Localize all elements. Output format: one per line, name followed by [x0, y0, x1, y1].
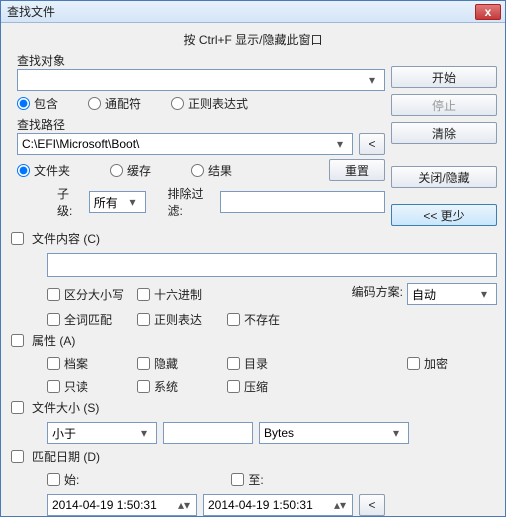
- date-to-field[interactable]: 2014-04-19 1:50:31 ▴▾: [203, 494, 353, 516]
- date-picker-button[interactable]: <: [359, 494, 385, 516]
- search-target-combo[interactable]: ▾: [17, 69, 385, 91]
- search-path-value: C:\EFI\Microsoft\Boot\: [22, 137, 332, 151]
- encoding-combo[interactable]: 自动 ▾: [407, 283, 497, 305]
- chevron-down-icon: ▾: [332, 137, 348, 151]
- browse-path-button[interactable]: <: [359, 133, 385, 155]
- exclude-label: 排除过滤:: [168, 185, 213, 219]
- attr-encrypted-checkbox[interactable]: 加密: [407, 355, 497, 372]
- search-target-label: 查找对象: [9, 52, 385, 69]
- attrs-section-title: 属性 (A): [32, 332, 75, 349]
- date-from-field[interactable]: 2014-04-19 1:50:31 ▴▾: [47, 494, 197, 516]
- attr-readonly-checkbox[interactable]: 只读: [47, 378, 137, 395]
- attr-hidden-checkbox[interactable]: 隐藏: [137, 355, 227, 372]
- close-icon: x: [485, 6, 492, 18]
- less-options-button[interactable]: << 更少: [391, 204, 497, 226]
- scope-folder-radio[interactable]: 文件夹: [17, 162, 70, 179]
- shortcut-hint: 按 Ctrl+F 显示/隐藏此窗口: [9, 29, 497, 52]
- exclude-filter-input[interactable]: [220, 191, 385, 213]
- search-path-combo[interactable]: C:\EFI\Microsoft\Boot\ ▾: [17, 133, 353, 155]
- mode-contains-radio[interactable]: 包含: [17, 95, 58, 112]
- chevron-down-icon: ▾: [388, 426, 404, 440]
- close-hide-button[interactable]: 关闭/隐藏: [391, 166, 497, 188]
- chevron-down-icon: ▾: [125, 195, 141, 209]
- spinner-icon: ▴▾: [176, 498, 192, 512]
- scope-cache-radio[interactable]: 缓存: [110, 162, 151, 179]
- chevron-down-icon: ▾: [136, 426, 152, 440]
- window-title: 查找文件: [5, 3, 475, 20]
- attr-compressed-checkbox[interactable]: 压缩: [227, 378, 317, 395]
- chevron-down-icon: ▾: [364, 73, 380, 87]
- scope-result-radio[interactable]: 结果: [191, 162, 232, 179]
- size-section-title: 文件大小 (S): [32, 399, 99, 416]
- size-unit-combo[interactable]: Bytes ▾: [259, 422, 409, 444]
- window-close-button[interactable]: x: [475, 4, 501, 20]
- size-op-combo[interactable]: 小于 ▾: [47, 422, 157, 444]
- attr-system-checkbox[interactable]: 系统: [137, 378, 227, 395]
- sublevels-combo[interactable]: 所有 ▾: [89, 191, 146, 213]
- hex-checkbox[interactable]: 十六进制: [137, 283, 227, 305]
- spinner-icon: ▴▾: [332, 498, 348, 512]
- stop-button[interactable]: 停止: [391, 94, 497, 116]
- content-input[interactable]: [47, 253, 497, 277]
- date-to-checkbox[interactable]: 至:: [231, 471, 263, 488]
- mode-wildcard-radio[interactable]: 通配符: [88, 95, 141, 112]
- chevron-down-icon: ▾: [476, 287, 492, 301]
- size-section-checkbox[interactable]: [11, 401, 24, 414]
- attr-directory-checkbox[interactable]: 目录: [227, 355, 317, 372]
- content-section-checkbox[interactable]: [11, 232, 24, 245]
- attrs-section-checkbox[interactable]: [11, 334, 24, 347]
- date-from-checkbox[interactable]: 始:: [47, 471, 79, 488]
- date-section-checkbox[interactable]: [11, 450, 24, 463]
- start-button[interactable]: 开始: [391, 66, 497, 88]
- not-exist-checkbox[interactable]: 不存在: [227, 311, 317, 328]
- encoding-label: 编码方案:: [317, 283, 407, 305]
- mode-regex-radio[interactable]: 正则表达式: [171, 95, 248, 112]
- date-section-title: 匹配日期 (D): [32, 448, 100, 465]
- content-regex-checkbox[interactable]: 正则表达: [137, 311, 227, 328]
- titlebar: 查找文件 x: [1, 1, 505, 23]
- reset-button[interactable]: 重置: [329, 159, 385, 181]
- sublevels-label: 子级:: [57, 185, 81, 219]
- whole-word-checkbox[interactable]: 全词匹配: [47, 311, 137, 328]
- search-path-label: 查找路径: [9, 116, 385, 133]
- attr-archive-checkbox[interactable]: 档案: [47, 355, 137, 372]
- size-value-input[interactable]: [163, 422, 253, 444]
- case-checkbox[interactable]: 区分大小写: [47, 283, 137, 305]
- clear-button[interactable]: 清除: [391, 122, 497, 144]
- content-section-title: 文件内容 (C): [32, 230, 100, 247]
